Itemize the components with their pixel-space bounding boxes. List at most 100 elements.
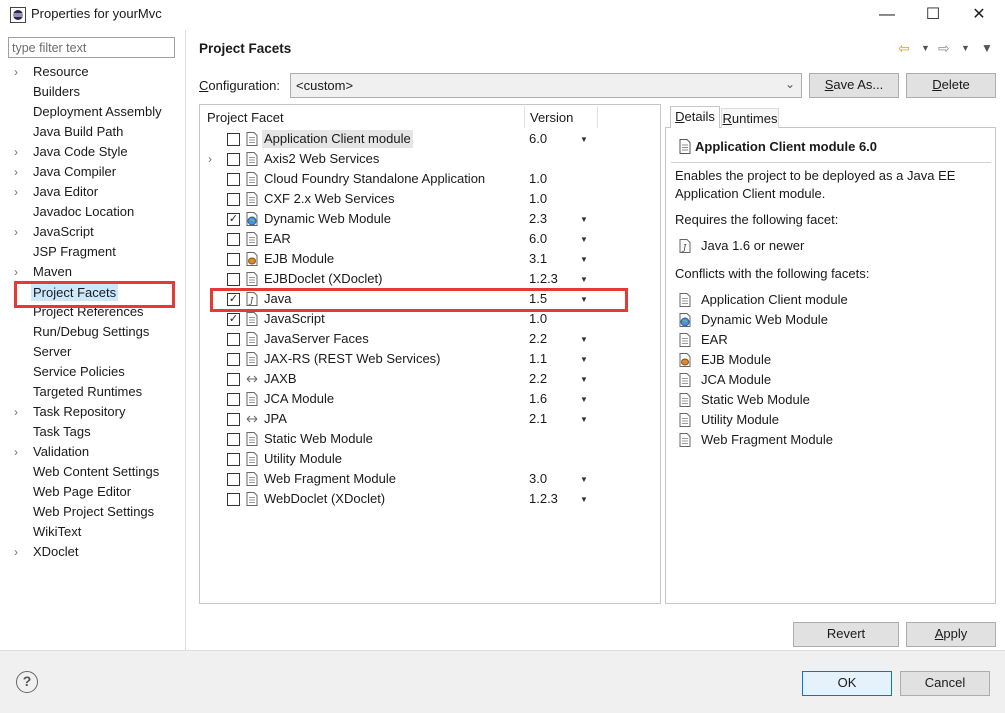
version-dropdown-icon[interactable]: ▼	[580, 410, 588, 430]
chevron-right-icon[interactable]: ›	[14, 262, 26, 282]
nav-item-deployment-assembly[interactable]: Deployment Assembly	[0, 102, 186, 122]
version-dropdown-icon[interactable]: ▼	[580, 470, 588, 490]
facet-row[interactable]: EJBDoclet (XDoclet) 1.2.3 ▼	[200, 269, 660, 289]
facet-checkbox[interactable]	[227, 253, 240, 266]
facet-version[interactable]: 2.3	[529, 209, 547, 229]
chevron-right-icon[interactable]: ›	[14, 162, 26, 182]
facet-checkbox[interactable]	[227, 333, 240, 346]
facet-version[interactable]: 1.0	[529, 169, 547, 189]
chevron-right-icon[interactable]: ›	[14, 402, 26, 422]
nav-item-java-compiler[interactable]: › Java Compiler	[0, 162, 186, 182]
chevron-right-icon[interactable]: ›	[208, 149, 212, 169]
facet-checkbox[interactable]: ✓	[227, 213, 240, 226]
facet-row[interactable]: ✓ JavaScript 1.0	[200, 309, 660, 329]
nav-item-server[interactable]: Server	[0, 342, 186, 362]
facet-row[interactable]: EAR 6.0 ▼	[200, 229, 660, 249]
facet-row[interactable]: JPA 2.1 ▼	[200, 409, 660, 429]
facet-version[interactable]: 1.2.3	[529, 489, 558, 509]
ok-button[interactable]: OK	[802, 671, 892, 696]
version-dropdown-icon[interactable]: ▼	[580, 330, 588, 350]
nav-item-service-policies[interactable]: Service Policies	[0, 362, 186, 382]
facet-version[interactable]: 2.1	[529, 409, 547, 429]
facet-row[interactable]: JAXB 2.2 ▼	[200, 369, 660, 389]
chevron-right-icon[interactable]: ›	[14, 442, 26, 462]
facet-row[interactable]: EJB Module 3.1 ▼	[200, 249, 660, 269]
nav-item-web-page-editor[interactable]: Web Page Editor	[0, 482, 186, 502]
facet-row[interactable]: Utility Module	[200, 449, 660, 469]
column-separator[interactable]	[597, 106, 598, 128]
chevron-right-icon[interactable]: ›	[14, 62, 26, 82]
forward-arrow-icon[interactable]: ⇨	[938, 40, 950, 57]
version-dropdown-icon[interactable]: ▼	[580, 370, 588, 390]
tab-details[interactable]: Details	[670, 106, 720, 128]
facet-version[interactable]: 1.0	[529, 309, 547, 329]
nav-item-task-tags[interactable]: Task Tags	[0, 422, 186, 442]
forward-menu-icon[interactable]: ▼	[961, 43, 970, 53]
facet-row[interactable]: JCA Module 1.6 ▼	[200, 389, 660, 409]
apply-button[interactable]: Apply	[906, 622, 996, 647]
facet-version[interactable]: 3.1	[529, 249, 547, 269]
facet-checkbox[interactable]	[227, 473, 240, 486]
filter-input[interactable]	[8, 37, 175, 58]
version-dropdown-icon[interactable]: ▼	[580, 210, 588, 230]
view-menu-icon[interactable]: ▼	[981, 41, 993, 55]
version-dropdown-icon[interactable]: ▼	[580, 270, 588, 290]
nav-item-resource[interactable]: › Resource	[0, 62, 186, 82]
facet-row[interactable]: › Axis2 Web Services	[200, 149, 660, 169]
column-header-version[interactable]: Version	[530, 110, 573, 125]
nav-item-java-code-style[interactable]: › Java Code Style	[0, 142, 186, 162]
configuration-select[interactable]: <custom> ⌄	[290, 73, 802, 98]
facet-checkbox[interactable]	[227, 373, 240, 386]
version-dropdown-icon[interactable]: ▼	[580, 250, 588, 270]
nav-item-xdoclet[interactable]: › XDoclet	[0, 542, 186, 562]
facet-checkbox[interactable]	[227, 413, 240, 426]
version-dropdown-icon[interactable]: ▼	[580, 490, 588, 510]
facet-row[interactable]: JAX-RS (REST Web Services) 1.1 ▼	[200, 349, 660, 369]
facet-checkbox[interactable]	[227, 433, 240, 446]
back-menu-icon[interactable]: ▼	[921, 43, 930, 53]
nav-item-web-content-settings[interactable]: Web Content Settings	[0, 462, 186, 482]
chevron-right-icon[interactable]: ›	[14, 222, 26, 242]
nav-item-web-project-settings[interactable]: Web Project Settings	[0, 502, 186, 522]
nav-item-builders[interactable]: Builders	[0, 82, 186, 102]
column-separator[interactable]	[524, 106, 525, 128]
facet-row[interactable]: ✓ Dynamic Web Module 2.3 ▼	[200, 209, 660, 229]
maximize-button[interactable]: ☐	[910, 0, 956, 30]
facet-version[interactable]: 6.0	[529, 129, 547, 149]
chevron-right-icon[interactable]: ›	[14, 542, 26, 562]
facet-checkbox[interactable]	[227, 493, 240, 506]
facet-version[interactable]: 1.0	[529, 189, 547, 209]
facet-checkbox[interactable]	[227, 173, 240, 186]
facet-checkbox[interactable]	[227, 153, 240, 166]
facet-row[interactable]: Web Fragment Module 3.0 ▼	[200, 469, 660, 489]
facet-version[interactable]: 6.0	[529, 229, 547, 249]
nav-item-jsp-fragment[interactable]: JSP Fragment	[0, 242, 186, 262]
facet-row[interactable]: WebDoclet (XDoclet) 1.2.3 ▼	[200, 489, 660, 509]
chevron-right-icon[interactable]: ›	[14, 182, 26, 202]
version-dropdown-icon[interactable]: ▼	[580, 350, 588, 370]
nav-item-task-repository[interactable]: › Task Repository	[0, 402, 186, 422]
tab-runtimes[interactable]: Runtimes	[721, 108, 779, 128]
close-button[interactable]: ✕	[956, 0, 1002, 30]
help-icon[interactable]: ?	[16, 671, 38, 693]
facet-version[interactable]: 2.2	[529, 369, 547, 389]
facet-checkbox[interactable]	[227, 453, 240, 466]
facet-checkbox[interactable]	[227, 393, 240, 406]
facet-checkbox[interactable]	[227, 233, 240, 246]
back-arrow-icon[interactable]: ⇦	[898, 40, 910, 57]
facet-checkbox[interactable]	[227, 193, 240, 206]
revert-button[interactable]: Revert	[793, 622, 899, 647]
nav-item-java-build-path[interactable]: Java Build Path	[0, 122, 186, 142]
facet-checkbox[interactable]	[227, 133, 240, 146]
delete-button[interactable]: Delete	[906, 73, 996, 98]
facet-checkbox[interactable]	[227, 353, 240, 366]
facet-version[interactable]: 2.2	[529, 329, 547, 349]
facet-row[interactable]: Cloud Foundry Standalone Application 1.0	[200, 169, 660, 189]
column-header-project-facet[interactable]: Project Facet	[207, 110, 284, 125]
version-dropdown-icon[interactable]: ▼	[580, 230, 588, 250]
facet-checkbox[interactable]	[227, 273, 240, 286]
version-dropdown-icon[interactable]: ▼	[580, 130, 588, 150]
facet-version[interactable]: 1.2.3	[529, 269, 558, 289]
facet-row[interactable]: Application Client module 6.0 ▼	[200, 129, 660, 149]
nav-item-validation[interactable]: › Validation	[0, 442, 186, 462]
